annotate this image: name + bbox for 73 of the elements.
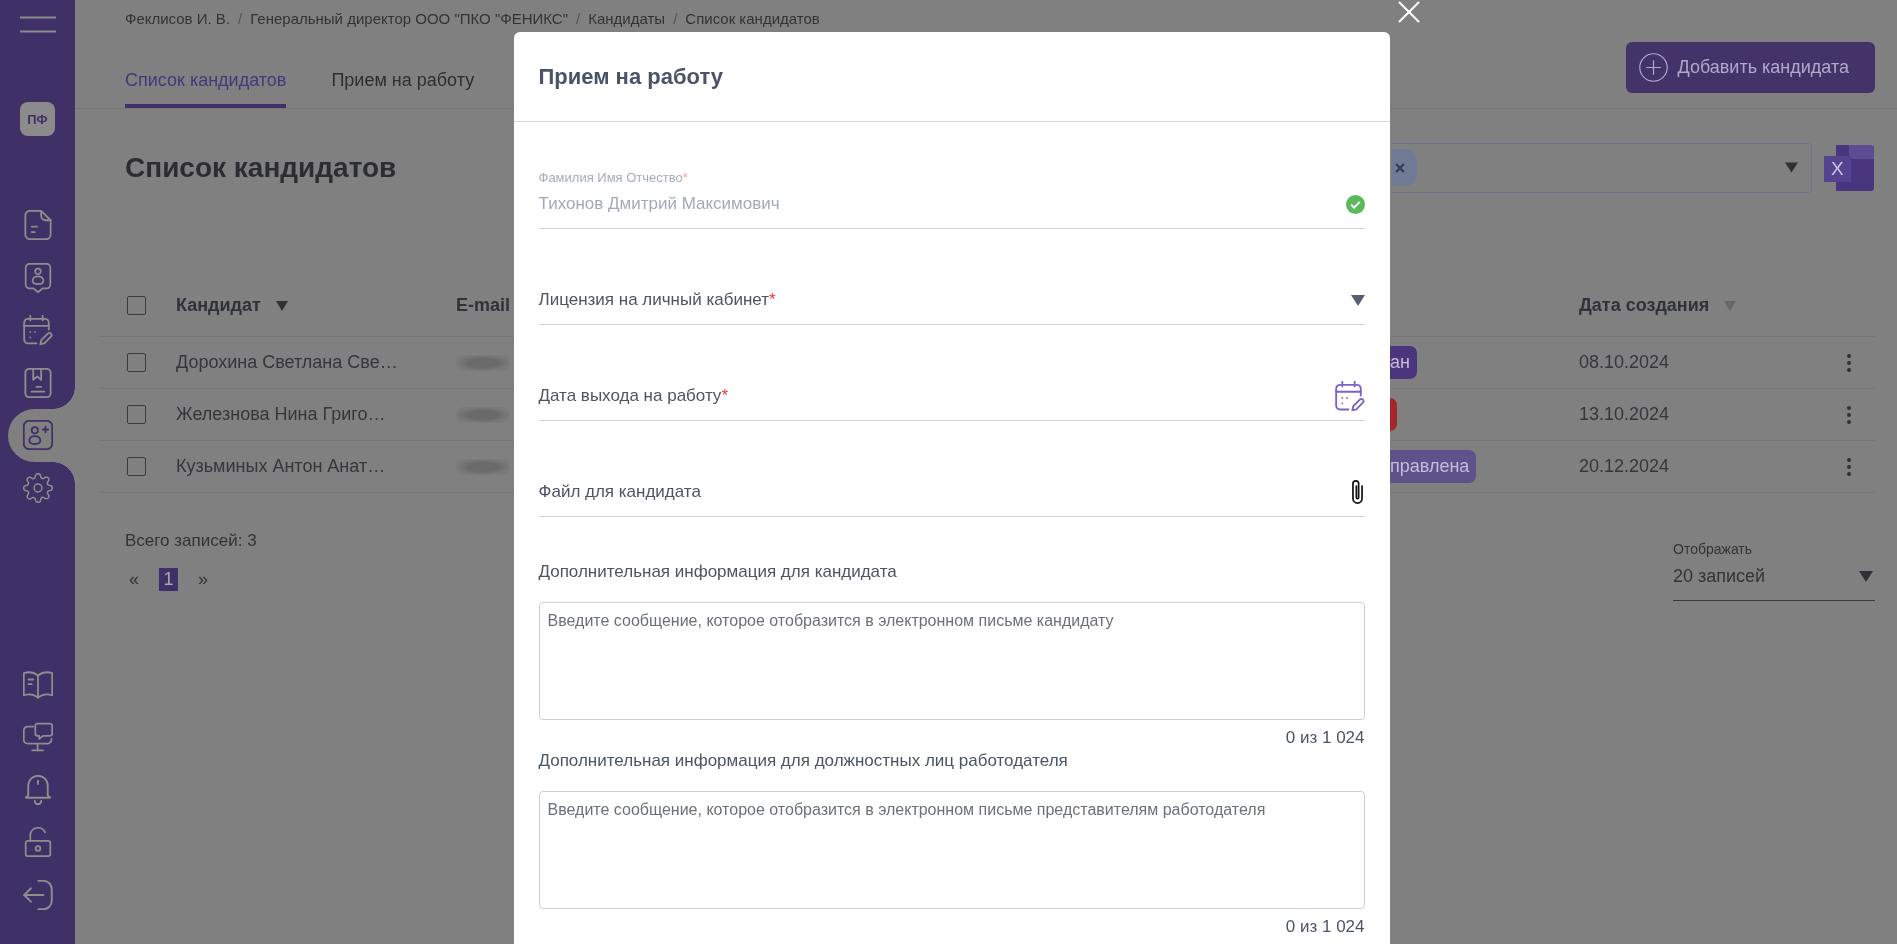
status-badge: ан xyxy=(1390,346,1417,379)
field-label: Отображать xyxy=(1673,540,1753,558)
creation-date: 08.10.2024 xyxy=(1579,352,1670,373)
candidate-name: Кузьминых Антон Анат… xyxy=(176,456,386,477)
excel-export-button[interactable]: X xyxy=(1824,144,1874,191)
creation-date: 13.10.2024 xyxy=(1579,404,1670,425)
open-book-icon xyxy=(23,669,53,700)
file-upload-field[interactable]: Файл для кандидата xyxy=(538,421,1365,517)
message-textarea[interactable]: Введите сообщение, которое отобразится в электронном письме представителям работодателя xyxy=(538,791,1365,909)
field-label: Лицензия на личный кабинет* xyxy=(538,289,776,311)
column-header[interactable]: Дата создания xyxy=(1579,295,1710,316)
menu-icon xyxy=(20,16,56,33)
select-field[interactable]: Лицензия на личный кабинет* xyxy=(538,229,1365,325)
column-header[interactable]: E-mail xyxy=(456,295,511,316)
page-button[interactable]: 1 xyxy=(159,567,178,591)
calendar-edit-icon[interactable] xyxy=(1334,381,1365,411)
caret-down-icon xyxy=(1350,294,1365,306)
plus-circle-icon xyxy=(1639,53,1669,82)
row-checkbox[interactable] xyxy=(127,457,146,476)
candidate-name: Железнова Нина Григо… xyxy=(176,404,386,425)
field-label: Дополнительная информация для должностных лиц работодателя xyxy=(538,750,1068,772)
close-icon xyxy=(1397,1,1420,23)
bookmark-document-icon xyxy=(23,367,53,398)
kebab-menu-icon xyxy=(1847,405,1851,424)
breadcrumb-separator: / xyxy=(238,9,243,27)
breadcrumb-separator: / xyxy=(673,9,678,27)
remove-icon[interactable] xyxy=(1395,162,1405,173)
message-textarea[interactable]: Введите сообщение, которое отобразится в электронном письме кандидату xyxy=(538,602,1365,720)
settings-icon xyxy=(23,472,53,503)
sort-arrow-icon[interactable] xyxy=(275,300,288,311)
field-label: Дополнительная информация для кандидата xyxy=(538,561,897,583)
field-label: Фамилия Имя Отчество* xyxy=(538,170,688,186)
paperclip-icon[interactable] xyxy=(1351,480,1363,504)
character-counter: 0 из 1 024 xyxy=(1285,918,1365,936)
caret-down-icon xyxy=(1859,570,1873,582)
kebab-menu-icon xyxy=(1847,457,1851,476)
row-checkbox[interactable] xyxy=(127,405,146,424)
breadcrumb-link[interactable]: Кандидаты xyxy=(588,9,666,27)
unlocked-padlock-icon xyxy=(23,827,53,858)
page-size-select[interactable]: Отображать 20 записей xyxy=(1673,540,1875,601)
field-label: Дата выхода на работу* xyxy=(538,385,728,407)
total-records: Всего записей: 3 xyxy=(125,530,257,552)
caret-down-icon xyxy=(1785,162,1798,173)
creation-date: 20.12.2024 xyxy=(1579,456,1670,477)
breadcrumb-current: Список кандидатов xyxy=(685,9,820,27)
calendar-edit-icon xyxy=(23,315,53,346)
tab[interactable]: Список кандидатов xyxy=(125,68,287,108)
character-counter: 0 из 1 024 xyxy=(1285,729,1365,747)
monitor-chat-icon xyxy=(23,722,53,753)
candidate-name: Дорохина Светлана Све… xyxy=(176,352,398,373)
user-avatar[interactable]: ПФ xyxy=(20,102,55,136)
add-person-icon xyxy=(23,420,53,451)
column-header[interactable]: Кандидат xyxy=(176,295,261,316)
document-icon xyxy=(23,210,53,241)
next-page-button[interactable]: » xyxy=(198,568,209,590)
add-candidate-button[interactable]: Добавить кандидата xyxy=(1626,42,1875,93)
breadcrumb-separator: / xyxy=(576,9,581,27)
contact-card-icon xyxy=(23,262,53,293)
breadcrumb-link[interactable]: Феклисов И. В. xyxy=(125,9,231,27)
page-title: Список кандидатов xyxy=(125,150,397,185)
select-all-checkbox[interactable] xyxy=(127,296,146,315)
breadcrumb-link[interactable]: Генеральный директор ООО "ПКО "ФЕНИКС" xyxy=(250,9,569,27)
field-label: Файл для кандидата xyxy=(538,481,701,503)
logout-icon xyxy=(23,879,53,910)
status-badge: правлена xyxy=(1390,450,1477,483)
row-checkbox[interactable] xyxy=(127,353,146,372)
date-field[interactable]: Дата выхода на работу* xyxy=(538,325,1365,421)
bell-icon xyxy=(23,774,53,805)
kebab-menu-icon xyxy=(1847,353,1851,372)
modal-title: Прием на работу xyxy=(538,63,723,91)
tab[interactable]: Прием на работу xyxy=(331,68,475,108)
previous-page-button[interactable]: « xyxy=(129,568,139,590)
close-button[interactable] xyxy=(1397,1,1420,23)
